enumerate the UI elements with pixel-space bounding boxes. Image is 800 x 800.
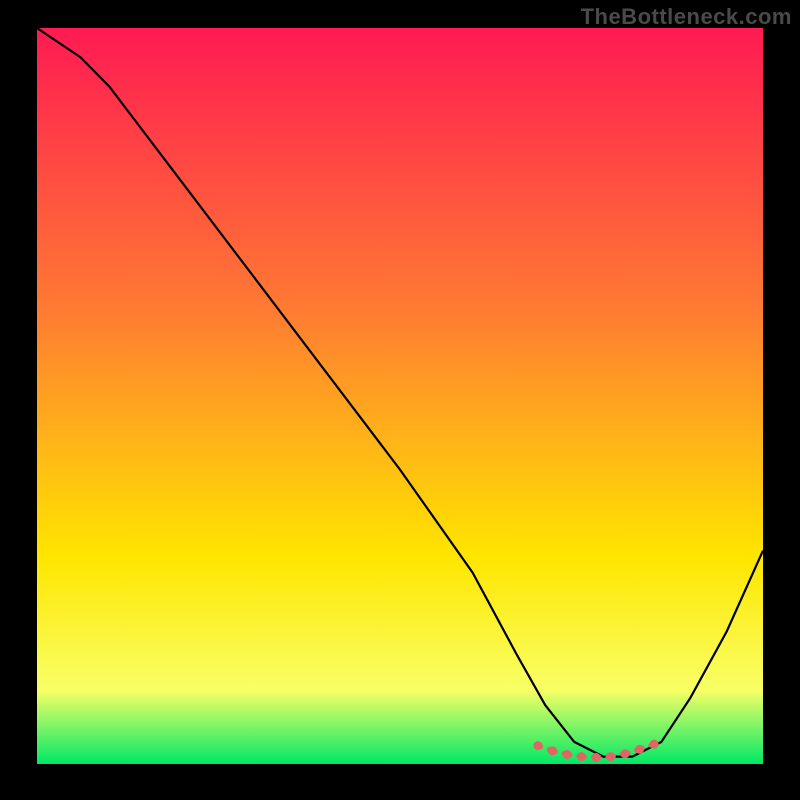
valley-marker [650,740,659,749]
valley-marker [606,752,615,761]
valley-marker [635,745,644,754]
valley-marker [548,746,557,755]
valley-marker [563,750,572,759]
chart-frame: TheBottleneck.com [0,0,800,800]
valley-marker [533,741,542,750]
plot-svg [37,28,763,764]
watermark-text: TheBottleneck.com [581,4,792,30]
valley-marker [592,753,601,762]
plot-area [37,28,763,764]
gradient-background [37,28,763,764]
valley-marker [621,749,630,758]
valley-marker [577,752,586,761]
